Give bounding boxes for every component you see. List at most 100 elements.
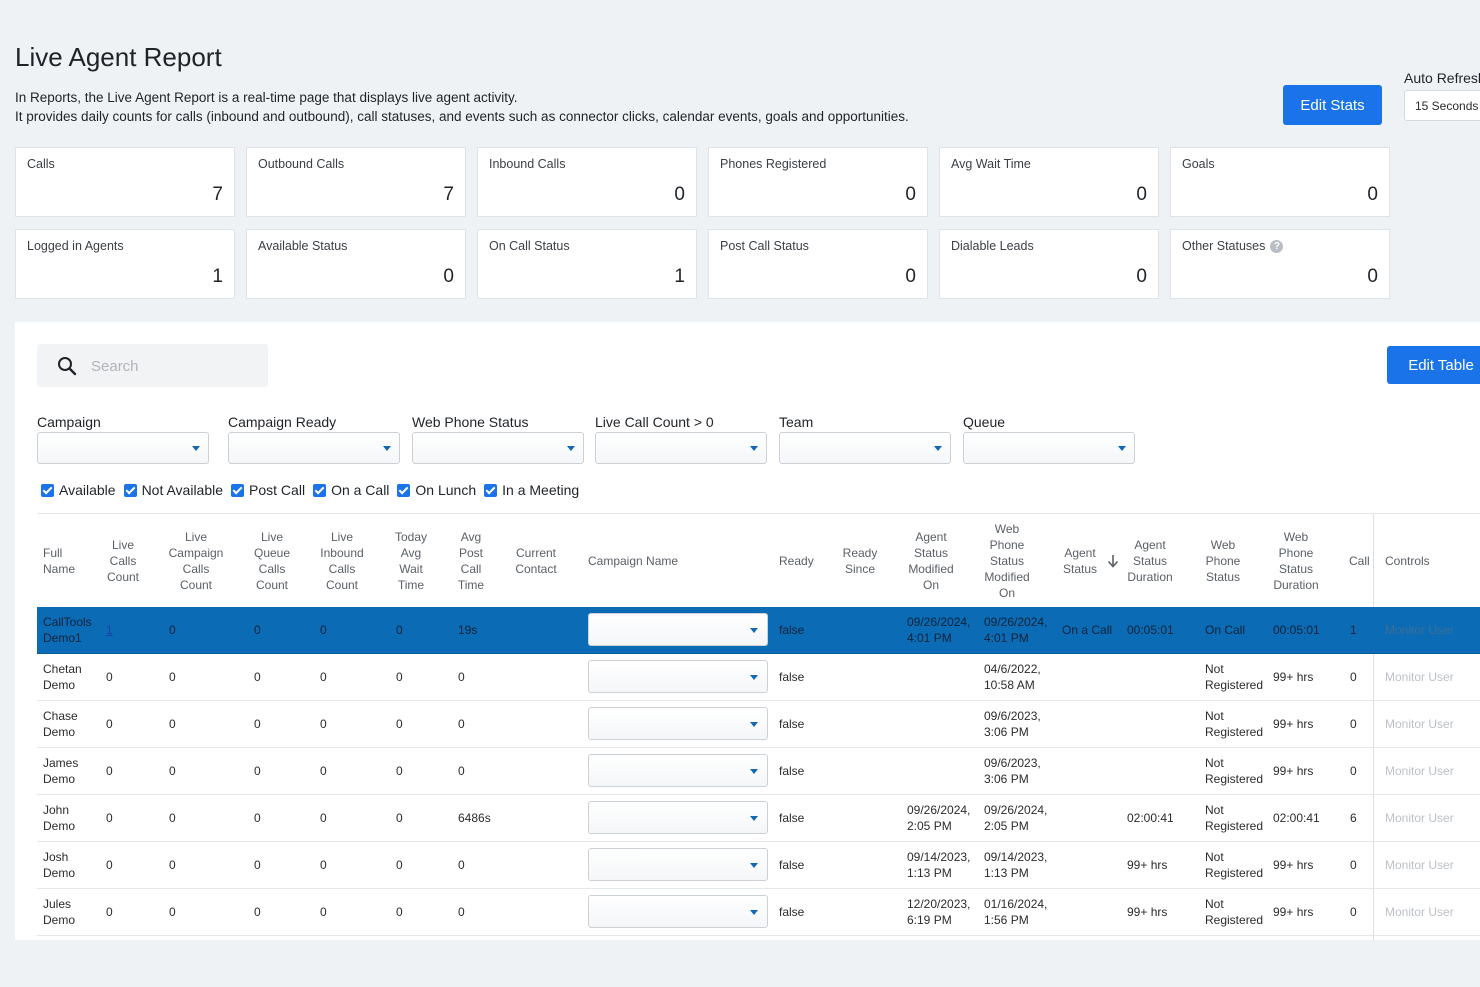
live-campaign-calls-count-text: 0 <box>169 623 176 637</box>
column-header[interactable]: Call <box>1349 514 1373 607</box>
campaign-name-select[interactable] <box>588 801 768 834</box>
monitor-user-button[interactable]: Monitor User <box>1385 748 1454 794</box>
column-header[interactable]: Avg Post Call Time <box>451 514 491 607</box>
column-header-label: Live Inbound Calls Count <box>320 529 364 592</box>
column-header[interactable]: Campaign Name <box>588 514 708 607</box>
column-header[interactable]: Live Calls Count <box>103 514 143 607</box>
monitor-user-button[interactable]: Monitor User <box>1385 701 1454 747</box>
monitor-user-button[interactable]: Monitor User <box>1385 795 1454 841</box>
checkbox-checked-icon[interactable] <box>123 483 137 497</box>
checkbox-label: Not Available <box>141 482 224 498</box>
live-calls-count-text: 0 <box>106 811 113 825</box>
column-header[interactable]: Live Inbound Calls Count <box>315 514 369 607</box>
column-header-label: Web Phone Status <box>1205 537 1241 584</box>
column-header[interactable]: Controls <box>1385 514 1455 607</box>
live-inbound-calls-count: 0 <box>320 748 327 794</box>
column-header[interactable]: Web Phone Status Duration <box>1269 514 1323 607</box>
live-queue-calls-count: 0 <box>254 701 261 747</box>
campaign-name-select[interactable] <box>588 707 768 740</box>
chevron-down-icon <box>750 816 758 821</box>
call-count: 0 <box>1350 889 1357 935</box>
status-checkbox[interactable]: On a Call <box>313 482 389 498</box>
call-count-text: 0 <box>1350 905 1357 919</box>
live-inbound-calls-count-text: 0 <box>320 905 327 919</box>
edit-stats-button[interactable]: Edit Stats <box>1283 85 1382 125</box>
live-calls-count-text[interactable]: 1 <box>106 622 113 638</box>
agent-status-modified-on: 09/26/2024, 2:05 PM <box>907 795 970 841</box>
stat-label-text: Goals <box>1182 157 1215 171</box>
checkbox-checked-icon[interactable] <box>313 483 327 497</box>
call-count-text: 6 <box>1350 811 1357 825</box>
avg-post-call-time: 6486s <box>458 795 491 841</box>
live-calls-count: 0 <box>106 748 113 794</box>
chevron-down-icon <box>750 863 758 868</box>
column-header[interactable]: Web Phone Status <box>1201 514 1245 607</box>
campaign-name-select[interactable] <box>588 848 768 881</box>
stat-card: Inbound Calls 0 <box>477 147 697 217</box>
filter-select[interactable] <box>779 432 951 464</box>
live-inbound-calls-count-text: 0 <box>320 858 327 872</box>
checkbox-checked-icon[interactable] <box>231 483 245 497</box>
filter-select[interactable] <box>228 432 400 464</box>
call-count: 0 <box>1350 654 1357 700</box>
column-header[interactable]: Full Name <box>43 514 83 607</box>
column-header[interactable]: Agent Status Modified On <box>901 514 961 607</box>
web-phone-status: Not Registered <box>1205 654 1263 700</box>
avg-post-call-time-text: 0 <box>458 764 465 778</box>
live-queue-calls-count: 0 <box>254 748 261 794</box>
campaign-name-select[interactable] <box>588 660 768 693</box>
table-row[interactable]: Jules Demo 0 0 0 0 0 0 false 12/20/2023, 6:19 PM 01… <box>37 889 1480 936</box>
agent-name-text: Demo <box>43 866 76 880</box>
search-input[interactable] <box>89 354 263 378</box>
column-header[interactable]: Ready <box>779 514 815 607</box>
column-header[interactable]: Ready Since <box>837 514 883 607</box>
monitor-user-button[interactable]: Monitor User <box>1385 654 1454 700</box>
monitor-user-button[interactable]: Monitor User <box>1385 889 1454 935</box>
help-icon[interactable]: ? <box>1270 239 1284 253</box>
status-checkbox[interactable]: Post Call <box>231 482 305 498</box>
status-checkbox[interactable]: Not Available <box>123 482 224 498</box>
today-avg-wait-time-text: 0 <box>396 717 403 731</box>
checkbox-checked-icon[interactable] <box>397 483 411 497</box>
live-calls-count: 1 <box>106 607 113 653</box>
table-row[interactable]: John Demo 0 0 0 0 0 6486s false 09/26/2024, 2:05 P… <box>37 795 1480 842</box>
column-header[interactable]: Today Avg Wait Time <box>389 514 433 607</box>
campaign-name-select[interactable] <box>588 613 768 646</box>
filter-select[interactable] <box>963 432 1135 464</box>
live-campaign-calls-count: 0 <box>169 889 176 935</box>
table-row[interactable]: Chase Demo 0 0 0 0 0 0 false 09/6/2023, 3:06 PM Not… <box>37 701 1480 748</box>
filter-select[interactable] <box>412 432 584 464</box>
column-header[interactable]: Agent Status Duration <box>1123 514 1177 607</box>
agent-name: Chetan Demo <box>43 654 82 700</box>
column-header[interactable]: Web Phone Status Modified On <box>979 514 1035 607</box>
avg-post-call-time: 19s <box>458 607 477 653</box>
status-checkbox[interactable]: In a Meeting <box>484 482 579 498</box>
agent-status-duration-text: 99+ hrs <box>1127 905 1168 919</box>
auto-refresh-select[interactable]: 15 Seconds <box>1404 90 1480 121</box>
search-box[interactable] <box>37 344 268 387</box>
status-checkbox[interactable]: Available <box>41 482 116 498</box>
filter-select[interactable] <box>37 432 209 464</box>
checkbox-checked-icon[interactable] <box>484 483 498 497</box>
stat-label-text: Calls <box>27 157 55 171</box>
campaign-name-select[interactable] <box>588 895 768 928</box>
column-header[interactable]: Live Queue Calls Count <box>247 514 297 607</box>
column-header[interactable]: Current Contact <box>509 514 563 607</box>
table-row[interactable]: CallTools Demo1 1 0 0 0 0 19s false 09/26/2024, 4:… <box>37 607 1480 654</box>
status-checkbox[interactable]: On Lunch <box>397 482 476 498</box>
edit-table-button[interactable]: Edit Table <box>1387 346 1480 384</box>
column-header-label: Live Queue Calls Count <box>253 529 291 592</box>
monitor-user-button[interactable]: Monitor User <box>1385 607 1454 653</box>
arrow-down-icon[interactable] <box>1107 554 1119 568</box>
table-row[interactable]: Chetan Demo 0 0 0 0 0 0 false 04/6/2022, 10:58 AM N… <box>37 654 1480 701</box>
checkbox-checked-icon[interactable] <box>41 483 54 497</box>
table-row[interactable]: James Demo 0 0 0 0 0 0 false 09/6/2023, 3:06 PM Not… <box>37 748 1480 795</box>
filter-select[interactable] <box>595 432 767 464</box>
live-campaign-calls-count: 0 <box>169 842 176 888</box>
web-phone-status-duration: 00:05:01 <box>1273 607 1320 653</box>
campaign-name-select[interactable] <box>588 754 768 787</box>
column-header[interactable]: Live Campaign Calls Count <box>165 514 227 607</box>
table-row[interactable]: Josh Demo 0 0 0 0 0 0 false 09/14/2023, 1:13 PM 09/… <box>37 842 1480 889</box>
monitor-user-button[interactable]: Monitor User <box>1385 842 1454 888</box>
column-header[interactable]: Agent Status <box>1059 514 1119 607</box>
